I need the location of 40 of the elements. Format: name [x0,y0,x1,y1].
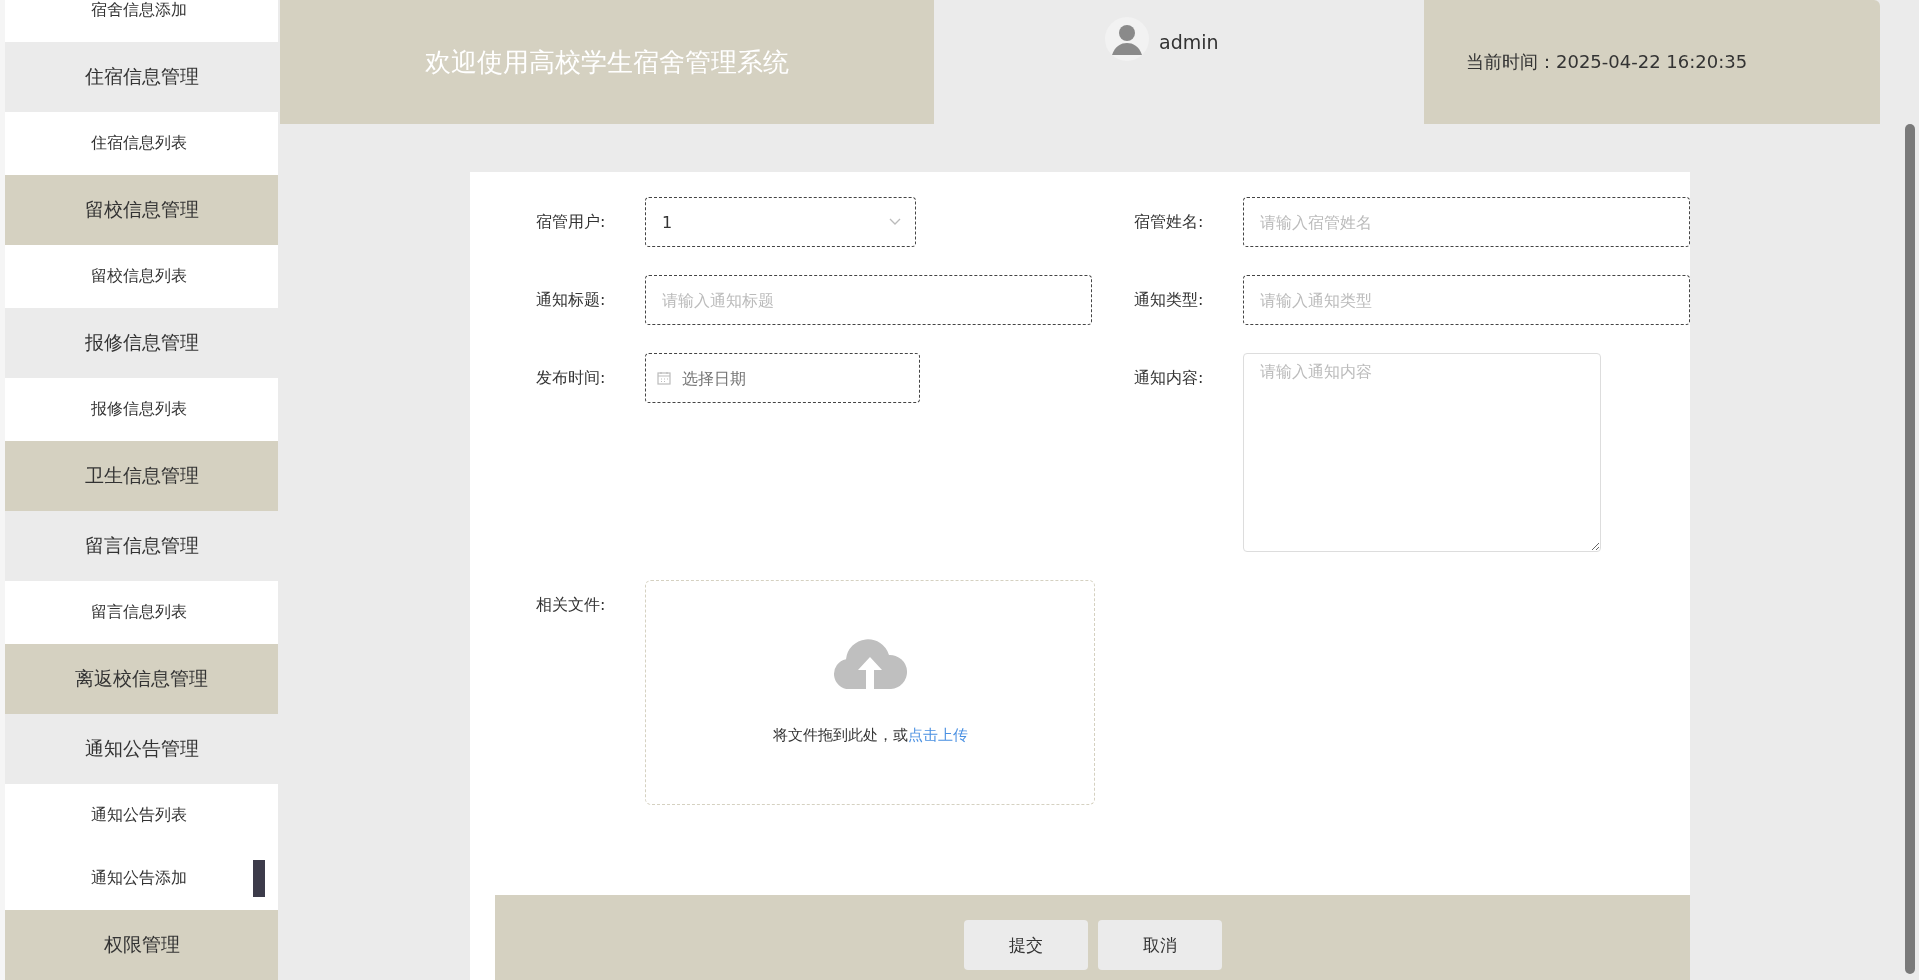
menu-item[interactable]: 离返校信息管理 [5,644,278,714]
menu-item[interactable]: 留校信息管理 [5,175,278,245]
submenu-item[interactable]: 留言信息列表 [5,581,278,644]
form-button[interactable]: 取消 [1097,920,1222,970]
submenu-item[interactable]: 报修信息列表 [5,378,278,441]
upload-hint: 将文件拖到此处，或点击上传 [772,726,968,745]
field-label: 通知内容: [1134,367,1205,389]
field-label: 发布时间: [536,367,607,389]
input-field[interactable]: 请输入通知类型 [1243,275,1690,325]
upload-dropzone[interactable]: 将文件拖到此处，或点击上传 [645,580,1095,805]
field-label: 宿管用户: [536,211,607,233]
scrollbar[interactable] [1905,124,1915,974]
field-label: 通知标题: [536,289,607,311]
field-label: 相关文件: [536,594,607,616]
select-field[interactable]: 1 [645,197,916,247]
menu-item[interactable]: 权限管理 [5,910,278,980]
submenu-item[interactable]: 留校信息列表 [5,245,278,308]
submenu-item[interactable]: 宿舍信息添加 [5,0,278,42]
input-field[interactable]: 请输入通知标题 [645,275,1092,325]
input-field[interactable]: 请输入宿管姓名 [1243,197,1690,247]
menu-item[interactable]: 通知公告管理 [5,714,278,784]
submenu-item[interactable]: 住宿信息列表 [5,112,278,175]
system-title: 欢迎使用高校学生宿舍管理系统 [425,45,789,79]
current-time: 当前时间：2025-04-22 16:20:35 [1466,50,1748,74]
chevron-down-icon [889,218,901,226]
textarea-field[interactable]: 请输入通知内容 [1243,353,1601,552]
menu-item[interactable]: 留言信息管理 [5,511,278,581]
submenu-item[interactable]: 通知公告添加 [5,847,278,910]
menu-item[interactable]: 报修信息管理 [5,308,278,378]
calendar-icon [657,371,671,385]
menu-item[interactable]: 住宿信息管理 [5,42,278,112]
avatar-icon [1105,17,1149,61]
scrollbar-thumb[interactable] [253,860,265,897]
menu-item[interactable]: 卫生信息管理 [5,441,278,511]
field-label: 通知类型: [1134,289,1205,311]
field-label: 宿管姓名: [1134,211,1205,233]
date-field[interactable]: 选择日期 [645,353,920,403]
form-button[interactable]: 提交 [963,920,1088,970]
username: admin [1159,31,1219,53]
submenu-item[interactable]: 通知公告列表 [5,784,278,847]
